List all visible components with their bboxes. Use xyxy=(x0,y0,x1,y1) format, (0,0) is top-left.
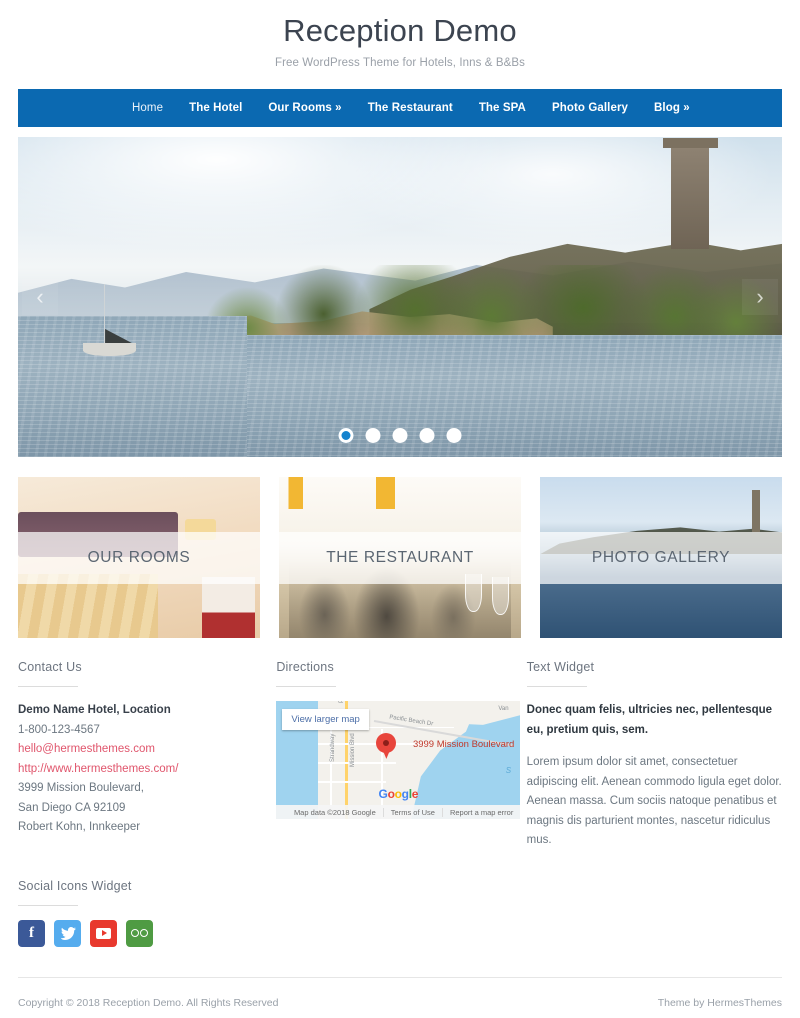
site-title[interactable]: Reception Demo xyxy=(0,12,800,50)
site-tagline: Free WordPress Theme for Hotels, Inns & … xyxy=(274,57,526,69)
widget-directions: Directions Pacific Beach Dr Mission Blvd… xyxy=(272,660,526,851)
hero-sailboat-hull xyxy=(82,343,137,357)
map-terms-of-use-link[interactable]: Terms of Use xyxy=(382,807,442,817)
nav-item-the-hotel[interactable]: The Hotel xyxy=(189,102,242,114)
feature-label-photo-gallery: PHOTO GALLERY xyxy=(540,531,782,584)
page-root: Reception Demo Free WordPress Theme for … xyxy=(0,0,800,1018)
widget-divider xyxy=(18,904,78,906)
slider-dot-2[interactable] xyxy=(365,428,381,443)
widget-title-directions: Directions xyxy=(276,660,334,674)
chevron-right-icon[interactable]: › xyxy=(742,279,778,315)
facebook-icon[interactable]: f xyxy=(18,919,45,947)
tripadvisor-icon[interactable] xyxy=(126,919,153,947)
slider-dot-1[interactable] xyxy=(338,428,354,443)
slider-dot-4[interactable] xyxy=(419,428,435,443)
footer-copyright: Copyright © 2018 Reception Demo. All Rig… xyxy=(18,996,279,1009)
twitter-icon[interactable] xyxy=(54,919,81,947)
widget-social-icons: Social Icons Widget f xyxy=(18,879,782,947)
text-widget-lead: Donec quam felis, ultricies nec, pellent… xyxy=(526,704,773,736)
social-icon-row: f xyxy=(18,919,782,947)
footer-theme-credit[interactable]: Theme by HermesThemes xyxy=(658,997,782,1009)
hero-bell-tower xyxy=(662,138,719,249)
google-map-embed[interactable]: Pacific Beach Dr Mission Blvd Strandway … xyxy=(276,701,521,819)
contact-innkeeper: Robert Kohn, Innkeeper xyxy=(18,821,141,833)
nav-item-blog[interactable]: Blog » xyxy=(654,102,690,114)
nav-item-photo-gallery[interactable]: Photo Gallery xyxy=(552,102,628,114)
contact-email-link[interactable]: hello@hermesthemes.com xyxy=(18,740,272,760)
feature-box-photo-gallery[interactable]: PHOTO GALLERY xyxy=(540,477,782,638)
map-road xyxy=(317,762,396,764)
text-widget-body: Lorem ipsum dolor sit amet, consectetuer… xyxy=(526,756,782,846)
nightstand-shape xyxy=(201,576,256,638)
contact-website-link[interactable]: http://www.hermesthemes.com/ xyxy=(18,760,272,780)
map-attribution-bar: Map data ©2018 Google Terms of Use Repor… xyxy=(276,805,521,819)
pin-tip xyxy=(381,746,392,759)
site-footer: Copyright © 2018 Reception Demo. All Rig… xyxy=(18,978,782,1018)
map-report-error-link[interactable]: Report a map error xyxy=(441,807,520,817)
feature-boxes: OUR ROOMS THE RESTAURANT PHOTO GALLERY xyxy=(18,477,782,638)
feature-label-our-rooms: OUR ROOMS xyxy=(18,531,260,584)
map-data-credit: Map data ©2018 Google xyxy=(293,807,376,817)
contact-hotel-name: Demo Name Hotel, Location xyxy=(18,704,171,716)
map-street-label-mission-blvd: Mission Blvd xyxy=(349,733,356,768)
slider-dot-5[interactable] xyxy=(446,428,462,443)
map-water-label: S xyxy=(505,765,512,775)
widget-divider xyxy=(18,686,78,687)
widget-contact-us: Contact Us Demo Name Hotel, Location 1-8… xyxy=(18,660,272,851)
feature-label-the-restaurant: THE RESTAURANT xyxy=(279,531,521,584)
map-street-label-strandway: Strandway xyxy=(330,734,336,763)
chevron-left-icon[interactable]: ‹ xyxy=(22,279,58,315)
map-street-label-van: Van xyxy=(498,705,509,712)
contact-street: 3999 Mission Boulevard, xyxy=(18,782,144,794)
widget-title-text: Text Widget xyxy=(526,660,595,674)
widget-title-contact-us: Contact Us xyxy=(18,660,82,674)
nav-item-the-spa[interactable]: The SPA xyxy=(479,102,526,114)
map-road xyxy=(317,781,387,783)
nav-item-our-rooms[interactable]: Our Rooms » xyxy=(268,102,341,114)
widget-divider xyxy=(526,686,587,687)
widget-divider xyxy=(276,686,337,687)
feature-box-the-restaurant[interactable]: THE RESTAURANT xyxy=(279,477,521,638)
owl-eye-right xyxy=(140,929,148,937)
map-pin-label: 3999 Mission Boulevard xyxy=(412,738,515,750)
hero-sailboat-mast xyxy=(103,284,105,345)
slider-dot-3[interactable] xyxy=(392,428,408,443)
hero-slider[interactable]: ‹ › xyxy=(18,137,782,457)
site-header: Reception Demo Free WordPress Theme for … xyxy=(0,0,800,69)
widget-title-social-icons: Social Icons Widget xyxy=(18,878,132,893)
map-location-pin-icon[interactable] xyxy=(376,732,397,759)
widget-text: Text Widget Donec quam felis, ultricies … xyxy=(526,660,782,851)
slider-dots xyxy=(338,428,462,443)
google-logo[interactable]: Google xyxy=(379,787,419,801)
feature-box-our-rooms[interactable]: OUR ROOMS xyxy=(18,477,260,638)
view-larger-map-button[interactable]: View larger map xyxy=(282,709,369,730)
contact-city: San Diego CA 92109 xyxy=(18,801,126,814)
youtube-icon[interactable] xyxy=(90,919,117,947)
spire-shape xyxy=(751,489,761,532)
widget-row: Contact Us Demo Name Hotel, Location 1-8… xyxy=(18,660,782,851)
nav-item-home[interactable]: Home xyxy=(132,102,163,114)
owl-eyes-shape xyxy=(131,929,148,937)
hero-lake-left xyxy=(18,316,248,457)
hero-slide-image xyxy=(18,137,782,457)
contact-phone: 1-800-123-4567 xyxy=(18,723,100,736)
primary-navigation: Home The Hotel Our Rooms » The Restauran… xyxy=(18,89,782,127)
play-triangle-icon xyxy=(101,930,107,936)
nav-item-the-restaurant[interactable]: The Restaurant xyxy=(368,102,453,114)
owl-eye-left xyxy=(131,929,139,937)
youtube-play-box xyxy=(96,927,111,939)
